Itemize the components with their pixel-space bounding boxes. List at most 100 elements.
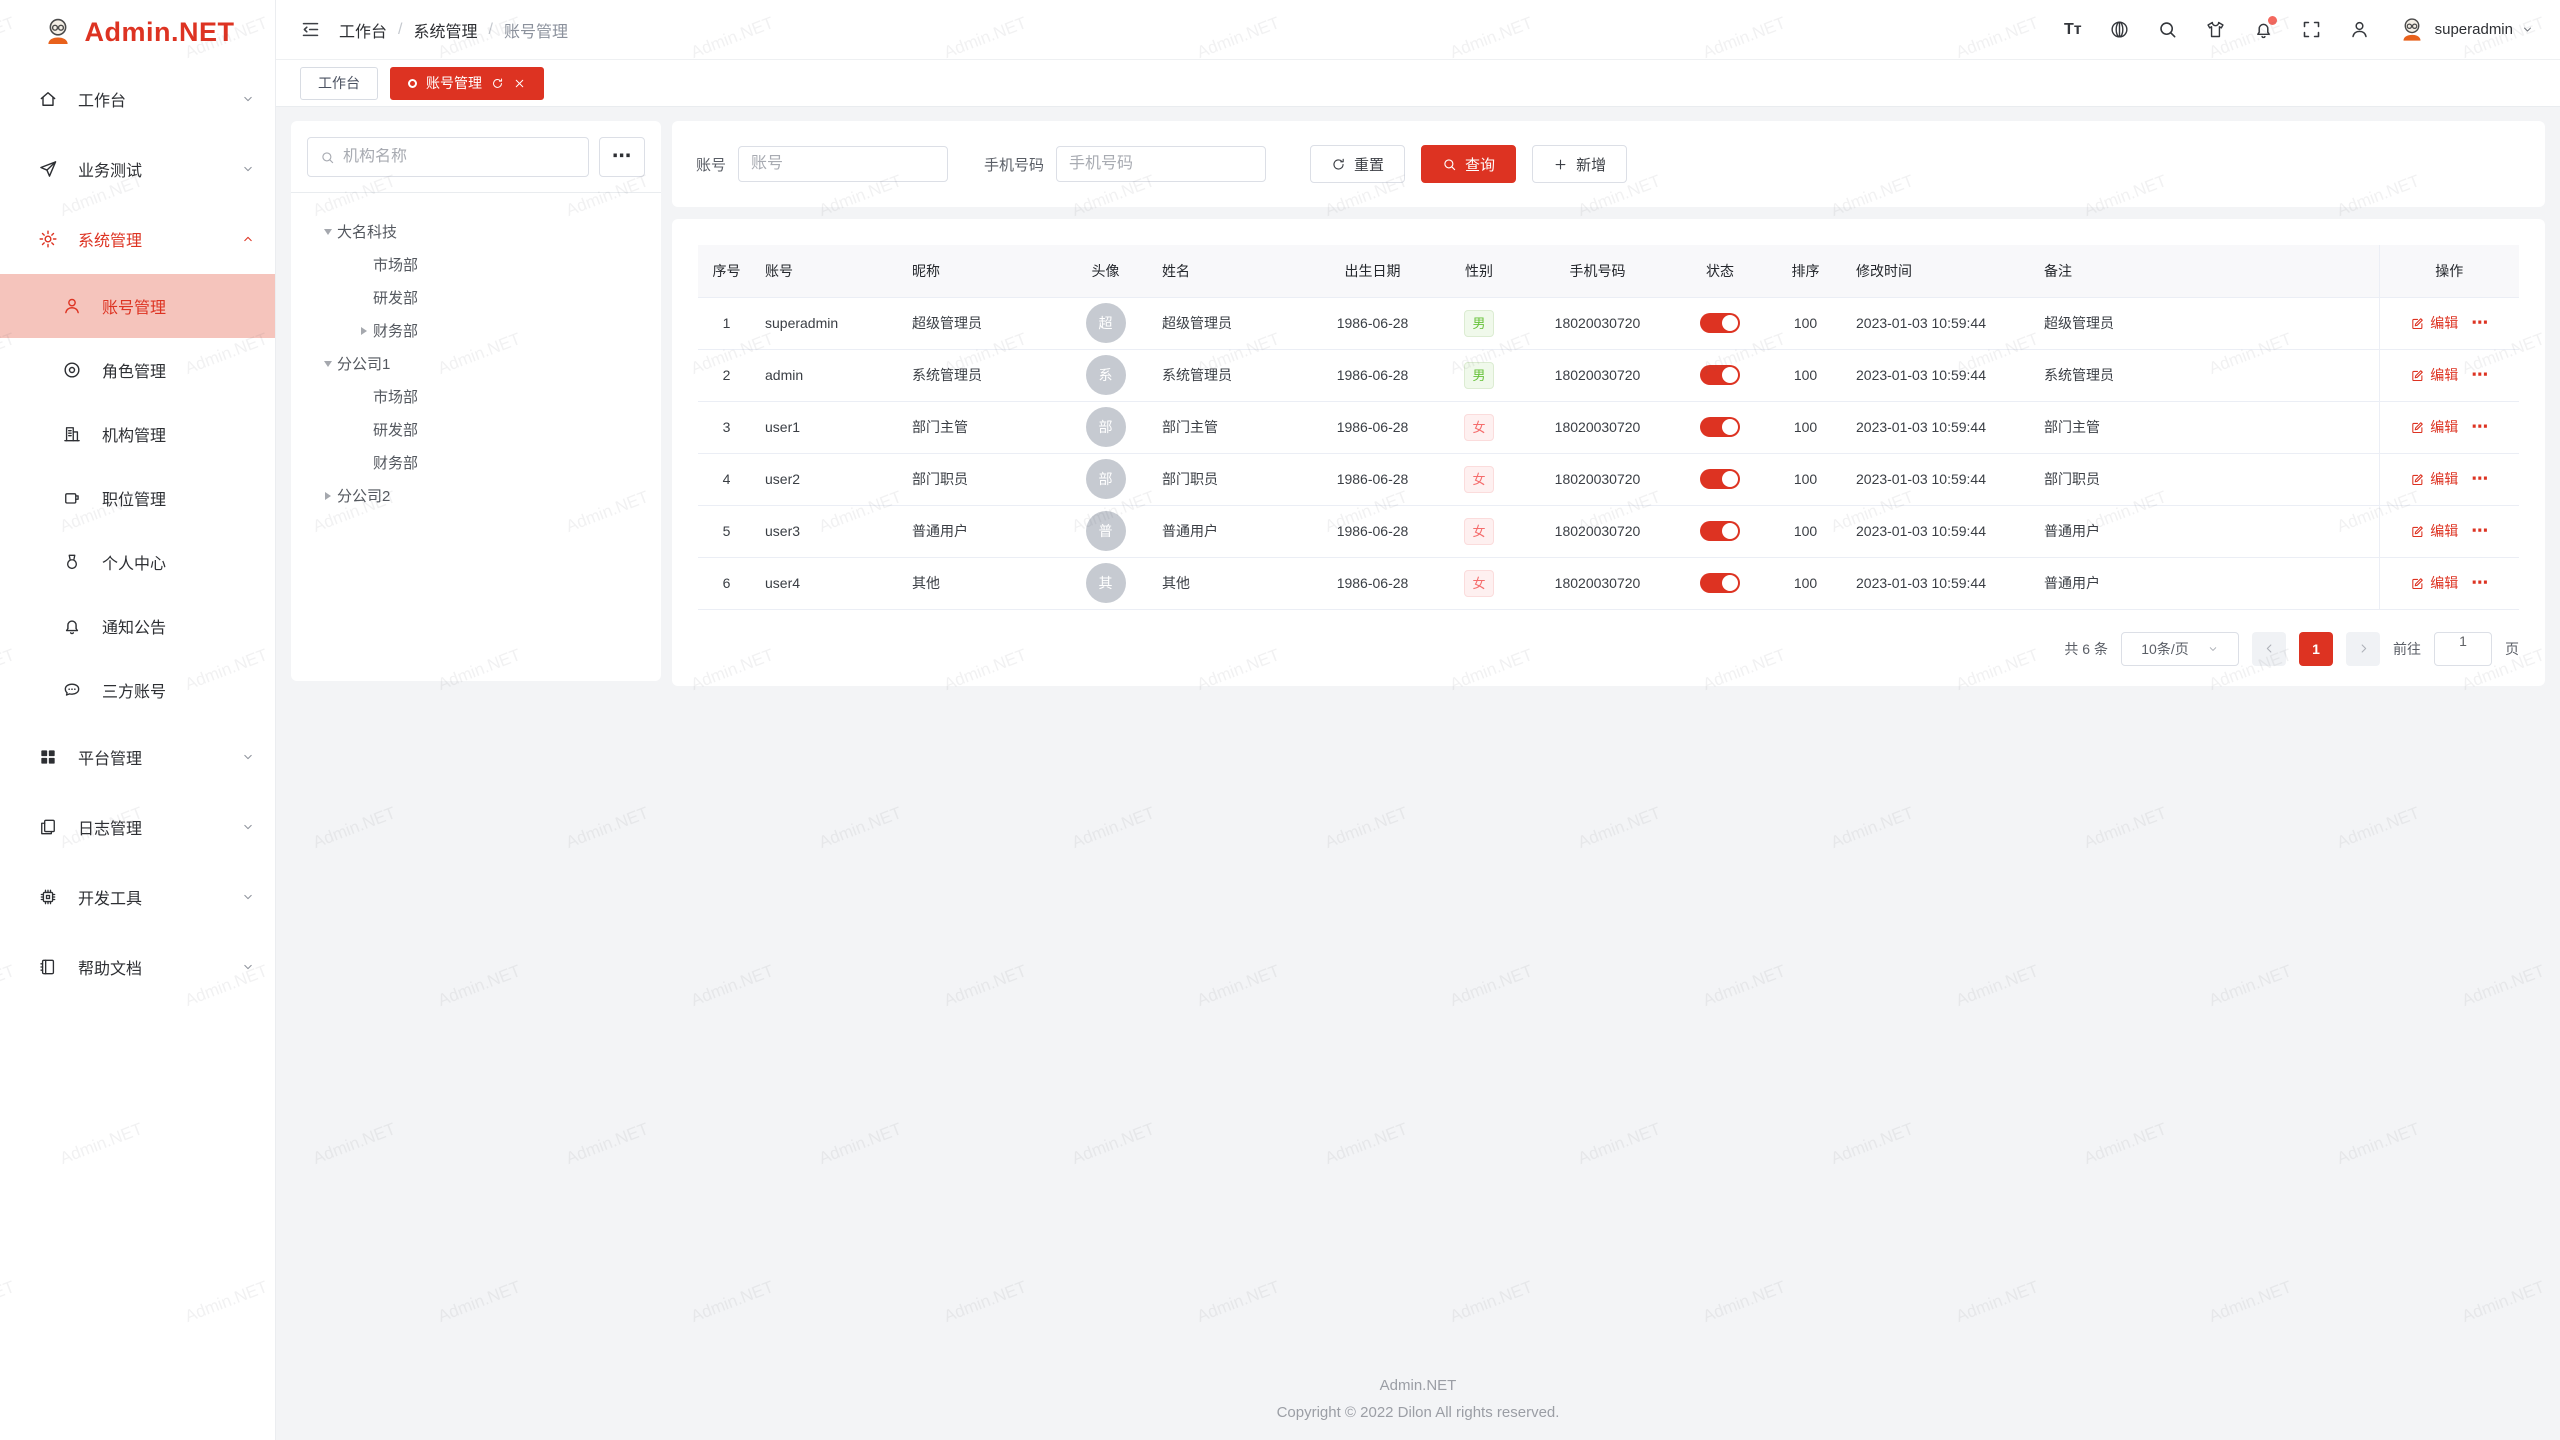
edit-button[interactable]: 编辑: [2410, 417, 2458, 437]
person-icon[interactable]: [2349, 19, 2370, 40]
cell-birthday: 1986-06-28: [1307, 349, 1438, 401]
cell-avatar: 部: [1059, 401, 1152, 453]
gender-badge: 女: [1464, 518, 1493, 545]
fullscreen-icon[interactable]: [2301, 19, 2322, 40]
search-icon: [320, 150, 335, 165]
sidebar-item-label: 平台管理: [78, 745, 241, 769]
cell-avatar: 系: [1059, 349, 1152, 401]
sidebar-item-account-management[interactable]: 账号管理: [0, 274, 275, 338]
bell-icon: [62, 616, 82, 636]
chevron-down-icon: [241, 820, 255, 834]
cell-actions: 编辑⋯: [2379, 349, 2519, 401]
tree-node[interactable]: 分公司1: [307, 347, 645, 380]
edit-button[interactable]: 编辑: [2410, 573, 2458, 593]
tree-node[interactable]: 分公司2: [307, 479, 645, 512]
caret-expanded-icon[interactable]: [319, 223, 337, 241]
cell-remark: 普通用户: [2034, 505, 2379, 557]
tab-workbench[interactable]: 工作台: [300, 67, 378, 100]
edit-button[interactable]: 编辑: [2410, 365, 2458, 385]
sidebar-item-help-docs[interactable]: 帮助文档: [0, 932, 275, 1002]
tree-node[interactable]: 市场部: [307, 248, 645, 281]
cell-birthday: 1986-06-28: [1307, 557, 1438, 609]
tree-node[interactable]: 研发部: [307, 281, 645, 314]
tree-node[interactable]: 财务部: [307, 314, 645, 347]
status-toggle[interactable]: [1700, 469, 1740, 489]
font-size-icon[interactable]: Tт: [2064, 22, 2082, 38]
sidebar-item-third-party-account[interactable]: 三方账号: [0, 658, 275, 722]
prev-page-button[interactable]: [2252, 632, 2286, 666]
status-toggle[interactable]: [1700, 313, 1740, 333]
status-toggle[interactable]: [1700, 417, 1740, 437]
cell-avatar: 普: [1059, 505, 1152, 557]
current-page-button[interactable]: 1: [2299, 632, 2333, 666]
search-button[interactable]: 查询: [1421, 145, 1516, 183]
sidebar-item-org-management[interactable]: 机构管理: [0, 402, 275, 466]
refresh-icon[interactable]: [491, 77, 504, 90]
breadcrumb-item[interactable]: 工作台: [339, 18, 387, 42]
tree-node[interactable]: 大名科技: [307, 215, 645, 248]
next-page-button[interactable]: [2346, 632, 2380, 666]
breadcrumb-item[interactable]: 系统管理: [413, 18, 477, 42]
sidebar-item-notice[interactable]: 通知公告: [0, 594, 275, 658]
caret-expanded-icon[interactable]: [319, 355, 337, 373]
col-modified: 修改时间: [1846, 245, 2034, 297]
refresh-icon: [1331, 157, 1346, 172]
main-area: 工作台 / 系统管理 / 账号管理 Tт: [276, 0, 2560, 1440]
mug-icon: [62, 488, 82, 508]
reset-button[interactable]: 重置: [1310, 145, 1405, 183]
sidebar-item-dev-tools[interactable]: 开发工具: [0, 862, 275, 932]
edit-button[interactable]: 编辑: [2410, 313, 2458, 333]
sidebar-item-role-management[interactable]: 角色管理: [0, 338, 275, 402]
add-button[interactable]: 新增: [1532, 145, 1627, 183]
caret-collapsed-icon[interactable]: [319, 487, 337, 505]
tree-more-button[interactable]: ⋯: [599, 137, 645, 177]
theme-shirt-icon[interactable]: [2205, 19, 2226, 40]
account-input[interactable]: [751, 155, 935, 173]
status-toggle[interactable]: [1700, 573, 1740, 593]
sidebar-item-personal-center[interactable]: 个人中心: [0, 530, 275, 594]
sidebar-item-business-test[interactable]: 业务测试: [0, 134, 275, 204]
collapse-menu-icon[interactable]: [300, 19, 321, 40]
sidebar-item-position-management[interactable]: 职位管理: [0, 466, 275, 530]
cell-modified: 2023-01-03 10:59:44: [1846, 505, 2034, 557]
sidebar-item-workbench[interactable]: 工作台: [0, 64, 275, 134]
search-icon[interactable]: [2157, 19, 2178, 40]
caret-collapsed-icon[interactable]: [355, 322, 373, 340]
page-size-select[interactable]: 10条/页: [2121, 632, 2239, 666]
org-search-input[interactable]: [343, 148, 576, 166]
app-logo[interactable]: Admin.NET: [0, 0, 275, 64]
chevron-up-icon: [241, 232, 255, 246]
gender-badge: 男: [1464, 362, 1493, 389]
status-toggle[interactable]: [1700, 521, 1740, 541]
language-icon[interactable]: [2109, 19, 2130, 40]
gender-badge: 女: [1464, 414, 1493, 441]
notification-bell-icon[interactable]: [2253, 19, 2274, 40]
phone-field-box: [1056, 146, 1266, 182]
table-row: 5 user3 普通用户 普 普通用户 1986-06-28 女 1802003…: [698, 505, 2519, 557]
edit-button[interactable]: 编辑: [2410, 469, 2458, 489]
sidebar-item-system-management[interactable]: 系统管理: [0, 204, 275, 274]
close-icon[interactable]: [513, 77, 526, 90]
tree-node[interactable]: 市场部: [307, 380, 645, 413]
edit-button[interactable]: 编辑: [2410, 521, 2458, 541]
logo-monk-icon: [41, 15, 75, 49]
tab-account-management[interactable]: 账号管理: [390, 67, 544, 100]
breadcrumb-item-current: 账号管理: [504, 18, 568, 42]
tree-node-label: 市场部: [373, 254, 418, 275]
tree-node[interactable]: 财务部: [307, 446, 645, 479]
phone-input[interactable]: [1069, 155, 1253, 173]
goto-page-input[interactable]: [2435, 633, 2491, 649]
tree-node-label: 大名科技: [337, 221, 397, 242]
col-actions: 操作: [2379, 245, 2519, 297]
sidebar-item-platform-management[interactable]: 平台管理: [0, 722, 275, 792]
user-menu[interactable]: superadmin: [2397, 15, 2534, 45]
active-tab-dot: [408, 79, 417, 88]
tree-node[interactable]: 研发部: [307, 413, 645, 446]
table-row: 1 superadmin 超级管理员 超 超级管理员 1986-06-28 男 …: [698, 297, 2519, 349]
status-toggle[interactable]: [1700, 365, 1740, 385]
col-nickname: 昵称: [902, 245, 1059, 297]
gender-badge: 女: [1464, 570, 1493, 597]
sidebar-item-log-management[interactable]: 日志管理: [0, 792, 275, 862]
cell-gender: 女: [1438, 557, 1520, 609]
table-row: 4 user2 部门职员 部 部门职员 1986-06-28 女 1802003…: [698, 453, 2519, 505]
